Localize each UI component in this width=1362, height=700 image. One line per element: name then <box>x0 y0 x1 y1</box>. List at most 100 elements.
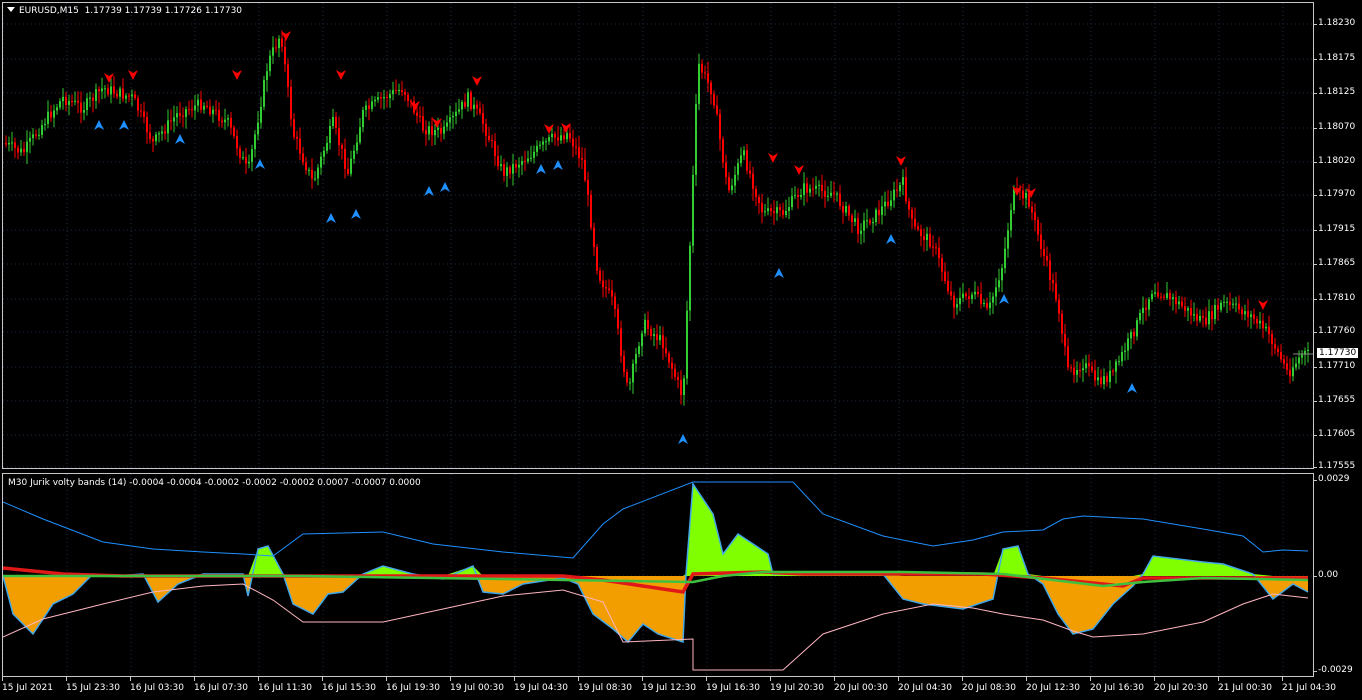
candle-body <box>998 280 1000 288</box>
candle-body <box>773 211 775 214</box>
candle-body <box>1088 363 1090 367</box>
candle-body <box>428 126 430 135</box>
candle-body <box>497 156 499 167</box>
candle-body <box>125 95 127 99</box>
price-tick-label: 1.17865 <box>1313 258 1356 268</box>
candle-body <box>692 174 694 246</box>
candle-body <box>221 120 223 123</box>
candle-body <box>581 158 583 160</box>
candle-body <box>236 136 238 149</box>
candle-body <box>689 245 691 311</box>
candle-body <box>611 290 613 297</box>
candle-body <box>1010 210 1012 231</box>
candle-body <box>1073 367 1075 375</box>
candle-body <box>305 162 307 171</box>
buy-signal-arrow-icon <box>351 209 361 219</box>
candle-body <box>128 95 130 97</box>
time-tick-label: 19 Jul 04:30 <box>514 677 568 693</box>
candle-body <box>482 113 484 124</box>
candle-body <box>1256 318 1258 324</box>
candle-body <box>197 99 199 106</box>
candle-body <box>731 185 733 191</box>
candle-body <box>740 155 742 164</box>
candle-body <box>536 145 538 152</box>
candle-body <box>239 148 241 158</box>
candle-body <box>245 157 247 164</box>
price-axis[interactable]: 1.18230 1.18175 1.18125 1.18070 1.18020 1.179… <box>1313 2 1362 471</box>
candle-body <box>437 127 439 130</box>
candle-body <box>725 162 727 178</box>
buy-signal-arrow-icon <box>255 159 265 169</box>
candle-body <box>155 134 157 142</box>
candle-body <box>1283 359 1285 364</box>
candle-body <box>215 109 217 111</box>
candle-body <box>416 112 418 116</box>
candle-body <box>1190 308 1192 316</box>
candle-body <box>590 194 592 228</box>
candle-body <box>698 63 700 104</box>
price-tick-label: 1.18230 <box>1313 18 1356 28</box>
candle-body <box>338 128 340 146</box>
price-tick-label: 1.17970 <box>1313 189 1356 199</box>
candle-body <box>1091 366 1093 371</box>
candle-body <box>263 80 265 107</box>
time-tick-label: 20 Jul 20:30 <box>1154 677 1208 693</box>
candle-body <box>743 150 745 156</box>
candle-body <box>71 100 73 102</box>
candle-body <box>524 161 526 163</box>
candle-body <box>533 151 535 158</box>
candle-body <box>296 136 298 139</box>
candle-body <box>287 64 289 87</box>
candle-body <box>122 88 124 99</box>
candle-body <box>314 178 316 180</box>
time-axis[interactable]: 15 Jul 2021 15 Jul 23:30 16 Jul 03:30 16 Ju… <box>0 677 1336 700</box>
candle-body <box>1013 188 1015 211</box>
candle-body <box>914 218 916 227</box>
candle-body <box>1181 301 1183 307</box>
candle-body <box>101 88 103 92</box>
candle-body <box>569 133 571 139</box>
candle-body <box>617 309 619 329</box>
candle-body <box>779 207 781 210</box>
time-tick-label: 15 Jul 23:30 <box>66 677 120 693</box>
time-tick-label: 16 Jul 07:30 <box>194 677 248 693</box>
sell-signal-arrow-icon <box>232 70 242 80</box>
candle-body <box>1211 311 1213 320</box>
candle-body <box>161 131 163 134</box>
price-tick-label: 1.18175 <box>1313 53 1356 63</box>
buy-signal-arrow-icon <box>424 186 434 196</box>
candle-body <box>326 142 328 151</box>
indicator-pane[interactable]: M30 Jurik volty bands (14) -0.0004 -0.00… <box>2 473 1314 677</box>
candle-body <box>1235 303 1237 305</box>
chart-header: EURUSD,M15 1.17739 1.17739 1.17726 1.177… <box>7 6 242 16</box>
candle-body <box>17 147 19 153</box>
candle-body <box>923 236 925 240</box>
indicator-tick-label: 0.0029 <box>1314 474 1350 484</box>
price-chart-pane[interactable]: EURUSD,M15 1.17739 1.17739 1.17726 1.177… <box>2 2 1314 469</box>
candle-body <box>953 295 955 308</box>
candle-body <box>281 38 283 47</box>
candle-body <box>956 304 958 308</box>
buy-signal-arrow-icon <box>440 182 450 192</box>
candle-body <box>932 246 934 248</box>
candle-body <box>632 363 634 383</box>
candle-body <box>212 109 214 115</box>
chart-menu-triangle-icon[interactable] <box>7 7 15 12</box>
candle-body <box>383 97 385 99</box>
time-tick-label: 20 Jul 16:30 <box>1090 677 1144 693</box>
candle-body <box>293 119 295 137</box>
candle-body <box>803 183 805 196</box>
time-tick-label: 16 Jul 15:30 <box>322 677 376 693</box>
indicator-axis[interactable]: 0.0029 0.00 -0.0029 <box>1313 473 1362 677</box>
candle-body <box>488 135 490 140</box>
candle-body <box>254 134 256 150</box>
candle-body <box>20 148 22 153</box>
candle-body <box>1247 311 1249 317</box>
time-tick-label: 16 Jul 03:30 <box>130 677 184 693</box>
price-tick-label: 1.18020 <box>1313 156 1356 166</box>
candle-body <box>1001 268 1003 281</box>
candle-body <box>1301 354 1303 358</box>
candle-body <box>968 296 970 299</box>
candle-body <box>230 118 232 128</box>
candle-body <box>92 97 94 101</box>
